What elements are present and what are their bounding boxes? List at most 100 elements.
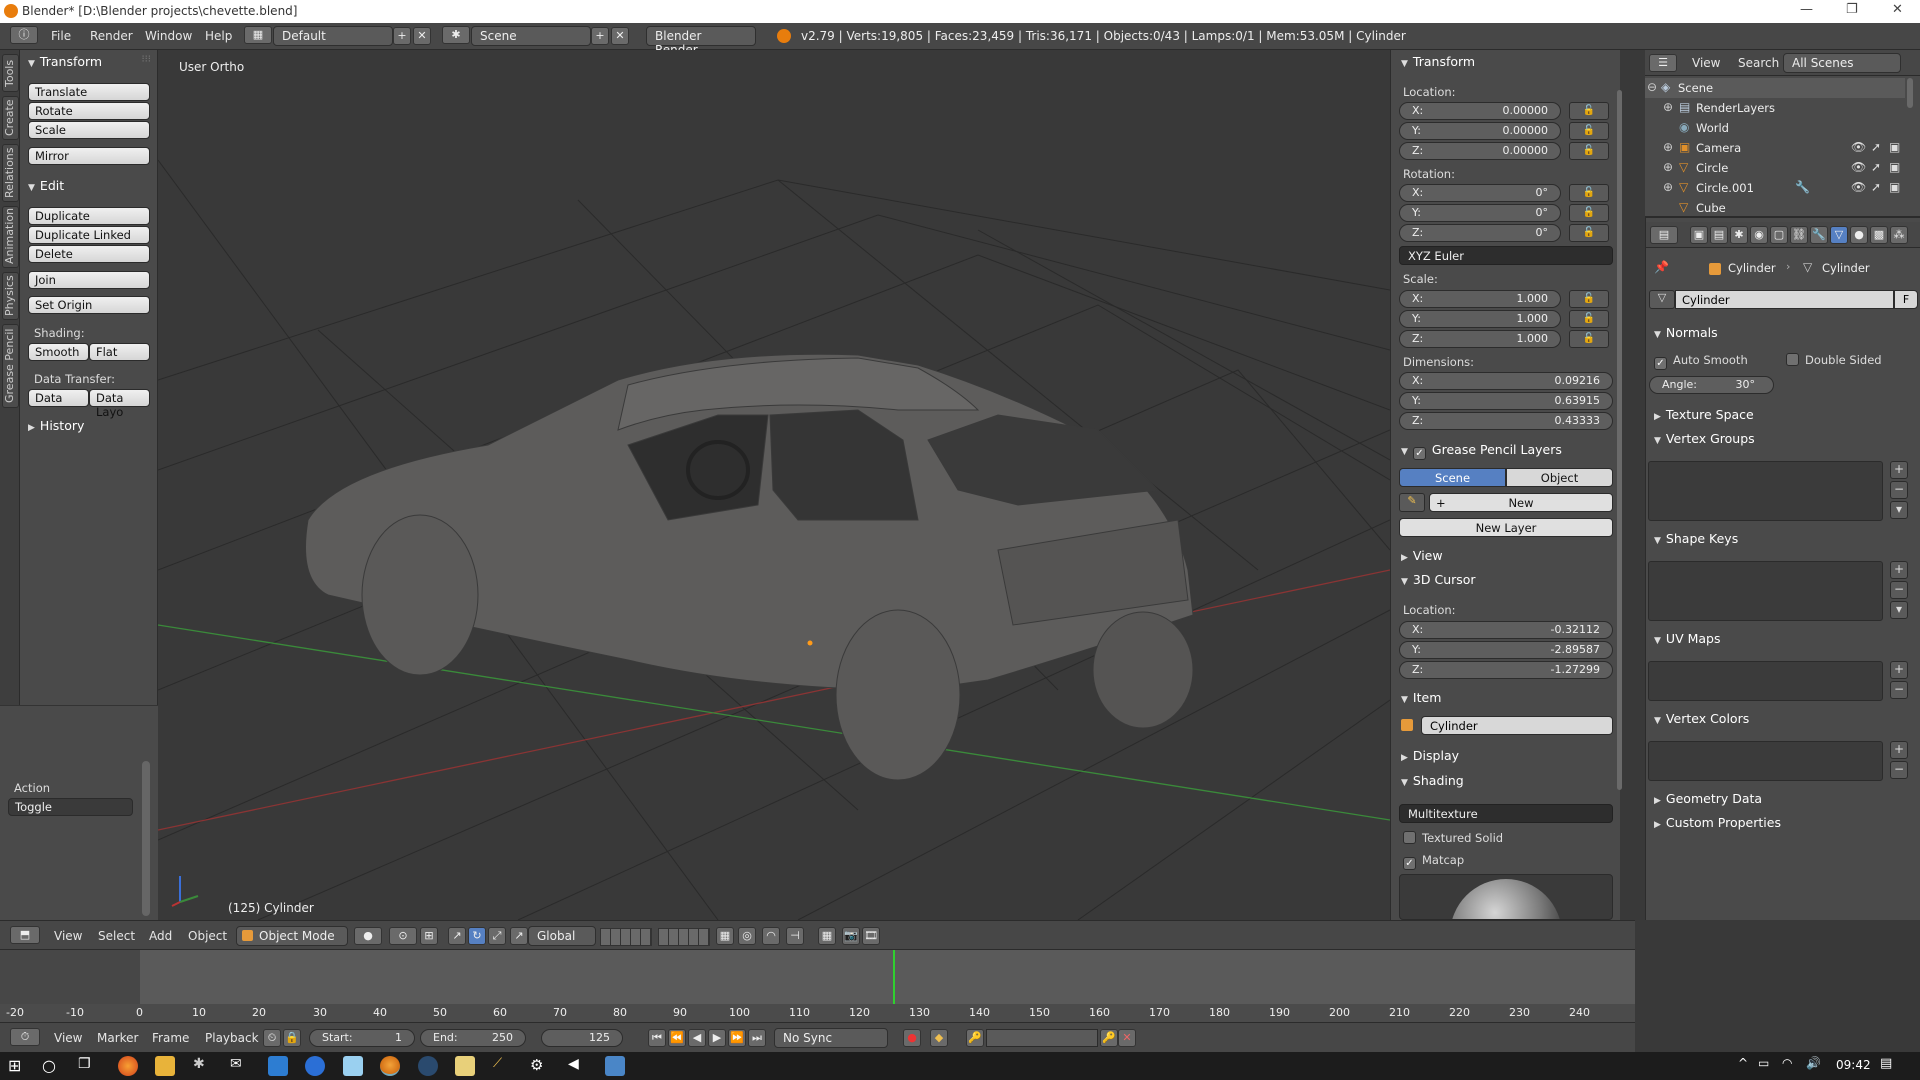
- tab-grease-pencil[interactable]: Grease Pencil: [2, 324, 19, 408]
- translate-button[interactable]: Translate: [28, 83, 150, 101]
- snap-element-icon[interactable]: ▦: [818, 927, 836, 945]
- lock-icon[interactable]: 🔓: [1569, 184, 1609, 202]
- proportional-edit-icon[interactable]: ◎: [738, 927, 756, 945]
- location-y-field[interactable]: Y: 0.00000: [1399, 122, 1561, 140]
- jump-keyframe-back-icon[interactable]: ⏪: [668, 1029, 686, 1047]
- opengl-render-icon[interactable]: 📷: [842, 927, 860, 945]
- menu-add[interactable]: Add: [149, 929, 172, 943]
- location-z-field[interactable]: Z: 0.00000: [1399, 142, 1561, 160]
- panel-transform-header[interactable]: ▼ Transform: [1401, 54, 1475, 69]
- lock-icon[interactable]: 🔓: [1569, 122, 1609, 140]
- add-shape-key-icon[interactable]: +: [1890, 561, 1908, 579]
- lock-range-icon[interactable]: 🔒: [283, 1029, 301, 1047]
- pencil-icon[interactable]: ✎: [1399, 493, 1425, 512]
- scene-field[interactable]: Scene: [471, 26, 591, 46]
- tab-relations[interactable]: Relations: [2, 144, 19, 202]
- tray-chevron-icon[interactable]: ^: [1738, 1056, 1758, 1076]
- playhead[interactable]: [893, 950, 895, 1004]
- settings-app-icon[interactable]: ✱: [193, 1056, 213, 1076]
- rotate-manipulator-icon[interactable]: ↻: [468, 927, 486, 945]
- tab-animation[interactable]: Animation: [2, 206, 19, 268]
- editor-type-icon[interactable]: ⬒: [10, 926, 40, 944]
- mesh-browse-icon[interactable]: ▽: [1649, 290, 1675, 309]
- rotation-y-field[interactable]: Y: 0°: [1399, 204, 1561, 222]
- cursor-select-icon[interactable]: ➚: [1871, 180, 1881, 194]
- rotate-button[interactable]: Rotate: [28, 102, 150, 120]
- translate-manipulator-icon[interactable]: ↗: [448, 927, 466, 945]
- cursor-z-field[interactable]: Z: -1.27299: [1399, 661, 1613, 679]
- tab-constraints-icon[interactable]: ⛓: [1790, 226, 1808, 244]
- panel-texture-space-header[interactable]: ▶ Texture Space: [1654, 407, 1754, 422]
- remove-uv-map-icon[interactable]: −: [1890, 681, 1908, 699]
- 3d-viewport[interactable]: User Ortho (125) Cylinder: [158, 50, 1390, 920]
- panel-geometry-data-header[interactable]: ▶ Geometry Data: [1654, 791, 1762, 806]
- remove-vertex-group-icon[interactable]: −: [1890, 481, 1908, 499]
- menu-window[interactable]: Window: [145, 29, 192, 43]
- delete-button[interactable]: Delete: [28, 245, 150, 263]
- panel-3d-cursor-header[interactable]: ▼ 3D Cursor: [1401, 572, 1476, 587]
- render-engine-dropdown[interactable]: Blender Render: [646, 26, 756, 57]
- scene-remove-icon[interactable]: ✕: [611, 27, 629, 45]
- panel-view-header[interactable]: ▶ View: [1401, 548, 1443, 563]
- end-frame-field[interactable]: End: 250: [420, 1029, 526, 1047]
- panel-uv-maps-header[interactable]: ▼ UV Maps: [1654, 631, 1721, 646]
- panel-transform-header[interactable]: ▼ Transform: [28, 54, 102, 69]
- list-item[interactable]: ⊕ ▣ Camera 👁 ➚ ▣: [1645, 138, 1905, 158]
- layout-field[interactable]: Default: [273, 26, 393, 46]
- scene-icon[interactable]: ✱: [442, 26, 470, 44]
- menu-help[interactable]: Help: [205, 29, 232, 43]
- tab-create[interactable]: Create: [2, 96, 19, 140]
- lock-icon[interactable]: 🔓: [1569, 142, 1609, 160]
- panel-item-header[interactable]: ▼ Item: [1401, 690, 1441, 705]
- panel-vertex-groups-header[interactable]: ▼ Vertex Groups: [1654, 431, 1755, 446]
- mirror-button[interactable]: Mirror: [28, 147, 150, 165]
- timeline-menu-frame[interactable]: Frame: [152, 1031, 189, 1045]
- render-camera-icon[interactable]: ▣: [1889, 160, 1900, 174]
- dimension-z-field[interactable]: Z: 0.43333: [1399, 412, 1613, 430]
- shape-keys-list[interactable]: [1648, 561, 1883, 621]
- shading-mode-dropdown[interactable]: Multitexture: [1399, 804, 1613, 823]
- firefox-icon[interactable]: [118, 1056, 138, 1076]
- layer-grid-icon[interactable]: [600, 928, 652, 946]
- eye-icon[interactable]: 👁: [1851, 160, 1866, 174]
- cursor-select-icon[interactable]: ➚: [1871, 160, 1881, 174]
- panel-shading-header[interactable]: ▼ Shading: [1401, 773, 1464, 788]
- panel-grease-pencil-header[interactable]: ▼ ✓ Grease Pencil Layers: [1401, 442, 1562, 460]
- expand-icon[interactable]: ⊖: [1647, 80, 1657, 94]
- editor-type-icon[interactable]: ☰: [1649, 54, 1677, 72]
- keying-set-field[interactable]: [986, 1029, 1098, 1047]
- scale-button[interactable]: Scale: [28, 121, 150, 139]
- tab-particles-icon[interactable]: ⁂: [1890, 226, 1908, 244]
- timeline-menu-playback[interactable]: Playback: [205, 1031, 259, 1045]
- list-item[interactable]: ▽ Cube: [1645, 198, 1905, 214]
- opengl-animation-icon[interactable]: 🎞: [862, 927, 880, 945]
- eye-icon[interactable]: 👁: [1851, 140, 1866, 154]
- tab-scene-icon[interactable]: ✱: [1730, 226, 1748, 244]
- browser-icon[interactable]: [305, 1056, 325, 1076]
- expand-icon[interactable]: ⊕: [1663, 140, 1673, 154]
- record-icon[interactable]: ●: [903, 1029, 921, 1047]
- editor-type-icon[interactable]: ⏱: [10, 1028, 40, 1046]
- add-uv-map-icon[interactable]: +: [1890, 661, 1908, 679]
- set-origin-dropdown[interactable]: Set Origin: [28, 296, 150, 314]
- dimension-x-field[interactable]: X: 0.09216: [1399, 372, 1613, 390]
- data-transfer-button[interactable]: Data: [28, 389, 89, 407]
- task-view-icon[interactable]: ❐: [78, 1056, 98, 1076]
- tab-render-icon[interactable]: ▣: [1690, 226, 1708, 244]
- lock-icon[interactable]: 🔓: [1569, 102, 1609, 120]
- timeline-menu-marker[interactable]: Marker: [97, 1031, 138, 1045]
- editor-type-icon[interactable]: ▤: [1650, 226, 1678, 244]
- transform-space-icon[interactable]: ↗: [510, 927, 528, 945]
- restore-icon[interactable]: ❐: [1846, 2, 1858, 17]
- tab-texture-icon[interactable]: ▩: [1870, 226, 1888, 244]
- jump-start-icon[interactable]: ⏮: [648, 1029, 666, 1047]
- steam-icon[interactable]: [418, 1056, 438, 1076]
- checkbox-checked-icon[interactable]: ✓: [1412, 447, 1426, 460]
- list-item[interactable]: ⊕ ▽ Circle 👁 ➚ ▣: [1645, 158, 1905, 178]
- start-frame-field[interactable]: Start: 1: [309, 1029, 415, 1047]
- menu-object[interactable]: Object: [188, 929, 227, 943]
- shape-key-menu-icon[interactable]: ▾: [1890, 601, 1908, 619]
- lock-icon[interactable]: 🔓: [1569, 204, 1609, 222]
- tab-modifiers-icon[interactable]: 🔧: [1810, 226, 1828, 244]
- battery-icon[interactable]: ▭: [1758, 1056, 1778, 1076]
